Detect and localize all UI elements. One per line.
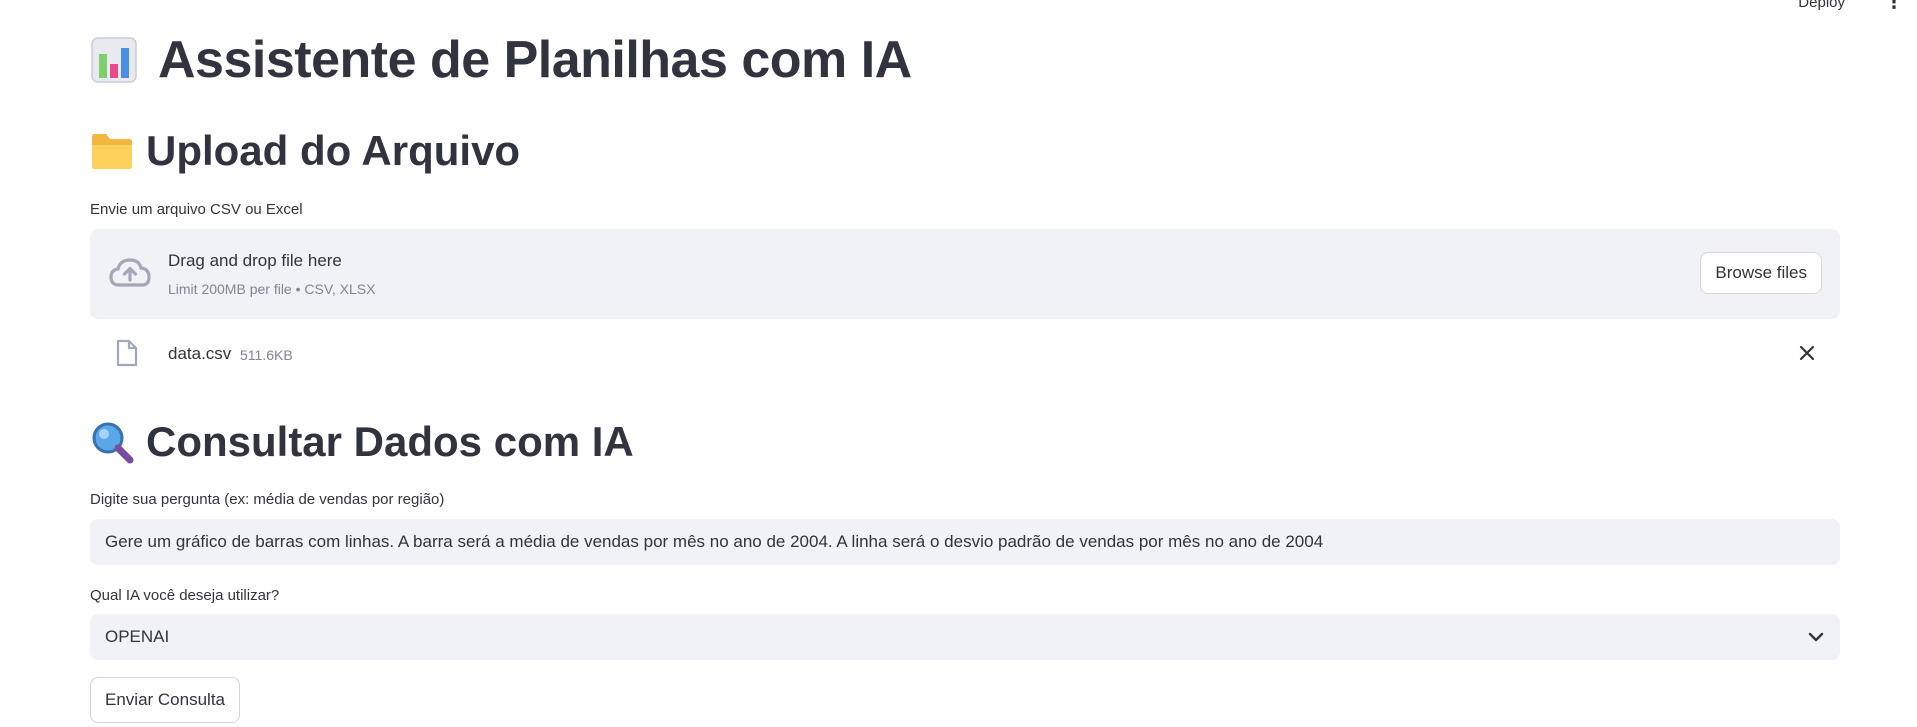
page-title: Assistente de Planilhas com IA [158,31,912,89]
submit-query-button[interactable]: Enviar Consulta [90,677,241,723]
uploaded-file-row: data.csv 511.6KB [90,334,1840,374]
top-toolbar: Deploy ⋮ [1798,0,1903,12]
remove-file-button[interactable] [1792,338,1822,368]
file-name: data.csv [168,344,232,363]
dropzone-limit: Limit 200MB per file • CSV, XLSX [168,281,376,297]
upload-heading-row: Upload do Arquivo [90,127,520,175]
question-input[interactable] [90,519,1840,565]
ai-select-value: OPENAI [105,627,170,646]
query-heading: Consultar Dados com IA [146,418,634,465]
upload-heading: Upload do Arquivo [146,127,521,174]
ai-select-label: Qual IA você deseja utilizar? [90,587,280,604]
cloud-upload-icon [109,258,151,287]
file-size: 511.6KB [240,347,293,363]
browse-files-button[interactable]: Browse files [1700,252,1822,294]
file-dropzone[interactable]: Drag and drop file here Limit 200MB per … [90,229,1840,319]
magnifier-emoji-icon [92,422,134,464]
deploy-button[interactable]: Deploy [1798,0,1845,11]
close-icon [1799,345,1815,361]
file-icon [116,339,138,367]
uploader-label: Envie um arquivo CSV ou Excel [90,201,303,218]
dropzone-title: Drag and drop file here [168,251,342,270]
kebab-menu-icon[interactable]: ⋮ [1885,0,1903,11]
chevron-down-icon [1808,632,1824,642]
question-label: Digite sua pergunta (ex: média de vendas… [90,491,445,508]
bar-chart-emoji-icon [91,37,137,83]
page-title-row: Assistente de Planilhas com IA [90,30,912,90]
folder-emoji-icon [92,134,132,169]
query-heading-row: Consultar Dados com IA [90,418,634,466]
ai-select[interactable]: OPENAI [90,614,1840,660]
